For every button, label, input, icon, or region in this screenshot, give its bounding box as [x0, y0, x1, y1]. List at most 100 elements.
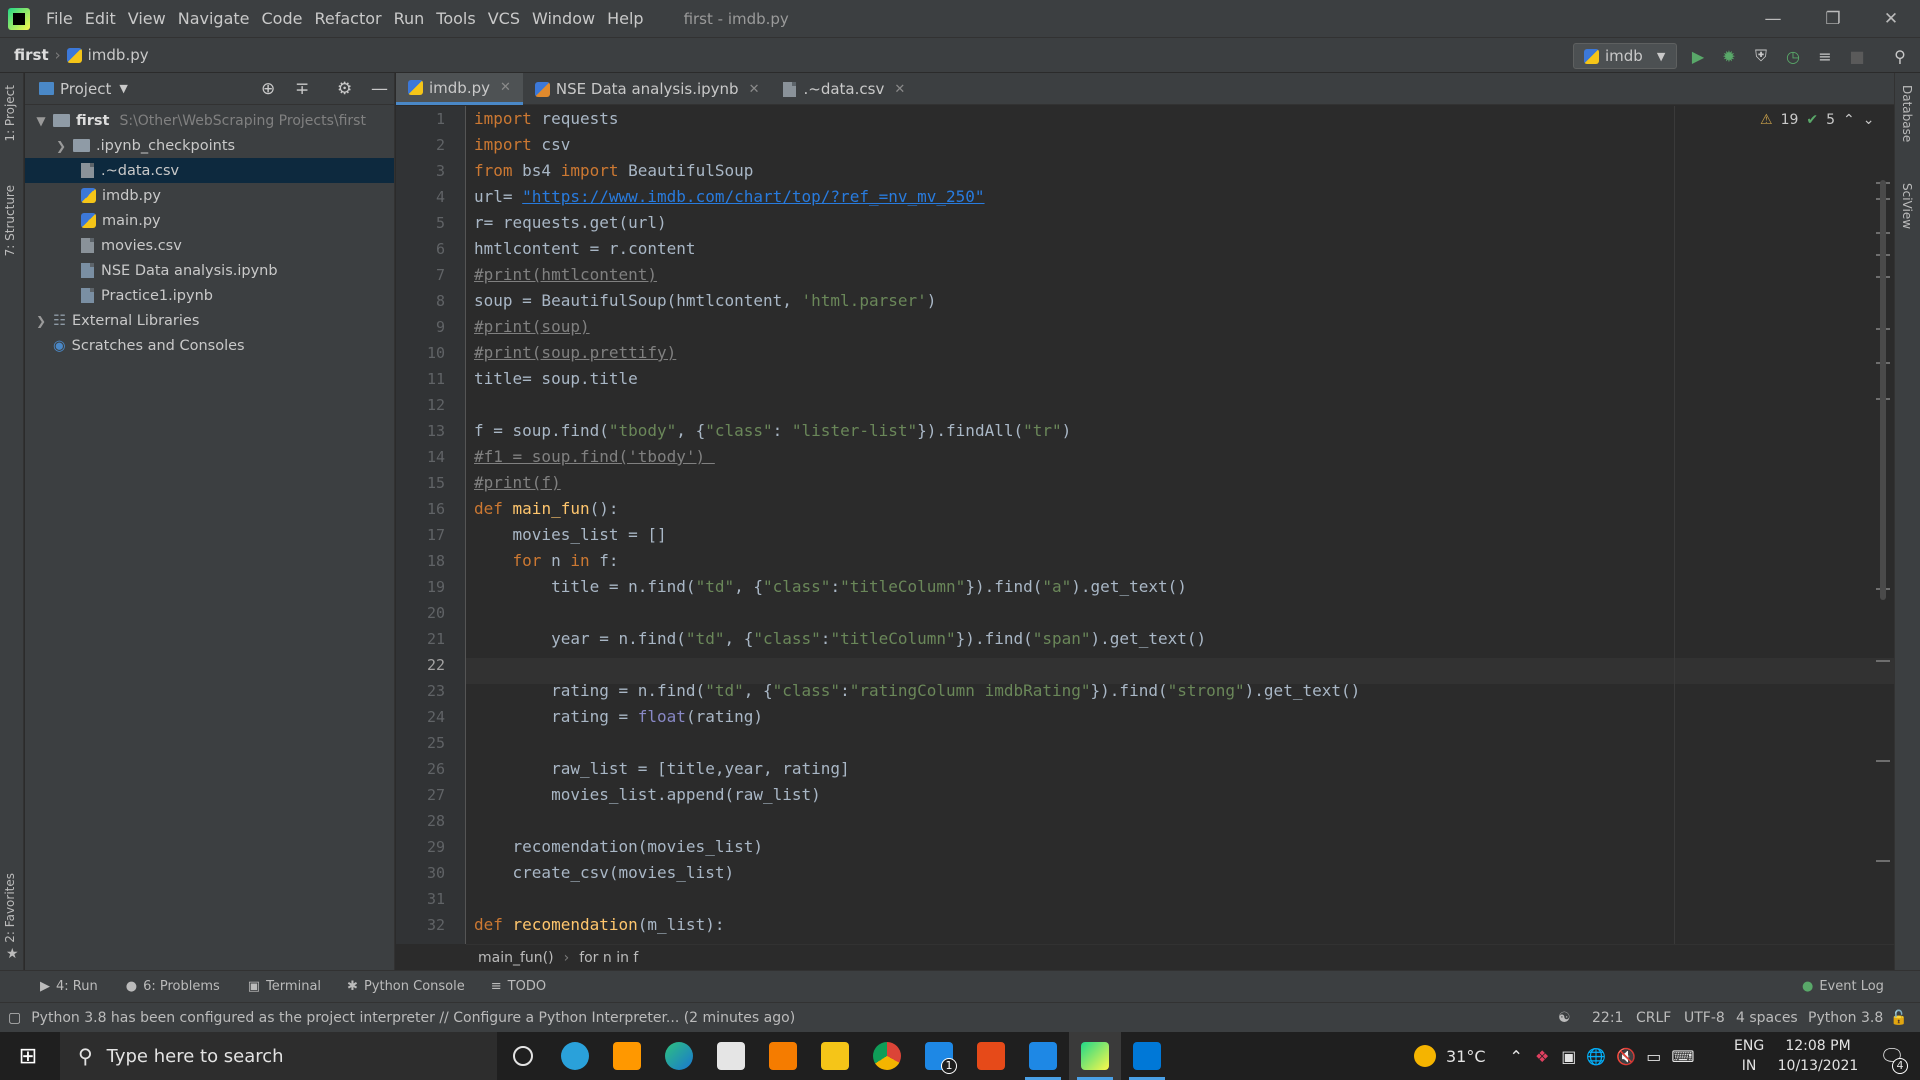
run-icon[interactable]: ▶ — [1688, 46, 1708, 66]
tree-root[interactable]: ▼ first S:\Other\WebScraping Projects\fi… — [25, 108, 394, 133]
chevron-right-icon[interactable]: ❯ — [53, 139, 69, 153]
tree-item-nse-notebook[interactable]: NSE Data analysis.ipynb — [25, 258, 394, 283]
chevron-up-icon[interactable]: ⌃ — [1843, 112, 1855, 128]
line-number[interactable]: 13 — [405, 422, 445, 440]
collapse-all-icon[interactable]: ∓ — [295, 79, 309, 99]
tree-item-practice-notebook[interactable]: Practice1.ipynb — [25, 283, 394, 308]
dropbox-icon[interactable]: ❖ — [1535, 1047, 1549, 1066]
line-number[interactable]: 22 — [405, 656, 445, 674]
favorites-tool-tab[interactable]: 2: Favorites — [3, 873, 17, 943]
hide-panel-icon[interactable]: — — [371, 79, 388, 99]
notification-center[interactable]: 🗨 4 — [1868, 1032, 1916, 1080]
breadcrumb-main-fun[interactable]: main_fun() — [478, 950, 554, 966]
line-number[interactable]: 3 — [405, 162, 445, 180]
telegram-icon[interactable] — [549, 1032, 601, 1080]
editor-scrollbar[interactable] — [1880, 180, 1886, 600]
menu-navigate[interactable]: Navigate — [172, 0, 256, 37]
menu-code[interactable]: Code — [256, 0, 309, 37]
line-number[interactable]: 19 — [405, 578, 445, 596]
vscode-icon[interactable] — [1017, 1032, 1069, 1080]
pdf-reader-icon[interactable] — [757, 1032, 809, 1080]
structure-tool-tab[interactable]: 7: Structure — [3, 185, 17, 256]
project-tool-tab[interactable]: 1: Project — [3, 85, 17, 142]
edge-browser-icon[interactable] — [653, 1032, 705, 1080]
line-number[interactable]: 5 — [405, 214, 445, 232]
line-number[interactable]: 23 — [405, 682, 445, 700]
line-number[interactable]: 4 — [405, 188, 445, 206]
search-icon[interactable]: ⚲ — [1890, 46, 1910, 66]
line-number[interactable]: 7 — [405, 266, 445, 284]
interpreter-setting[interactable]: Python 3.8 — [1808, 1010, 1883, 1026]
line-number[interactable]: 14 — [405, 448, 445, 466]
line-number[interactable]: 16 — [405, 500, 445, 518]
chrome-browser-icon[interactable] — [861, 1032, 913, 1080]
todo-tool-button[interactable]: ≡ TODO — [491, 979, 546, 994]
event-log-button[interactable]: ● Event Log — [1802, 979, 1884, 994]
concurrency-icon[interactable]: ≡ — [1815, 46, 1835, 66]
locate-icon[interactable]: ⊕ — [261, 79, 275, 99]
scroll-marker[interactable] — [1876, 860, 1890, 862]
menu-help[interactable]: Help — [601, 0, 649, 37]
run-tool-button[interactable]: ▶ 4: Run — [40, 979, 98, 994]
line-separator[interactable]: CRLF — [1636, 1010, 1671, 1026]
weather-icon[interactable] — [1414, 1045, 1436, 1067]
profile-icon[interactable]: ◷ — [1783, 46, 1803, 66]
line-number[interactable]: 11 — [405, 370, 445, 388]
code-editor[interactable]: import requests import csv from bs4 impo… — [466, 106, 1894, 944]
menu-refactor[interactable]: Refactor — [308, 0, 387, 37]
line-number[interactable]: 8 — [405, 292, 445, 310]
sciview-tool-tab[interactable]: SciView — [1900, 183, 1914, 229]
menu-view[interactable]: View — [122, 0, 172, 37]
file-encoding[interactable]: UTF-8 — [1684, 1010, 1725, 1026]
tree-item-external-libraries[interactable]: ❯ ☷ External Libraries — [25, 308, 394, 333]
git-user-icon[interactable]: ☯ — [1558, 1010, 1571, 1026]
chevron-down-icon[interactable]: ▼ — [119, 82, 127, 95]
line-number[interactable]: 6 — [405, 240, 445, 258]
line-number[interactable]: 31 — [405, 890, 445, 908]
photos-icon[interactable] — [1121, 1032, 1173, 1080]
scroll-marker[interactable] — [1876, 660, 1890, 662]
chevron-up-icon[interactable]: ⌃ — [1510, 1047, 1523, 1066]
line-number[interactable]: 21 — [405, 630, 445, 648]
windows-start-icon[interactable]: ⊞ — [0, 1032, 56, 1080]
stop-icon[interactable]: ■ — [1847, 46, 1867, 66]
tree-item-main-py[interactable]: main.py — [25, 208, 394, 233]
close-button[interactable]: ✕ — [1862, 0, 1920, 37]
tree-item-ipynb-checkpoints[interactable]: ❯ .ipynb_checkpoints — [25, 133, 394, 158]
line-number[interactable]: 2 — [405, 136, 445, 154]
chevron-right-icon[interactable]: ❯ — [33, 314, 49, 328]
line-number[interactable]: 28 — [405, 812, 445, 830]
chevron-down-icon[interactable]: ⌄ — [1863, 112, 1875, 128]
breadcrumb-for-loop[interactable]: for n in f — [579, 950, 638, 966]
tree-item-scratches[interactable]: ◉ Scratches and Consoles — [25, 333, 394, 358]
minimize-button[interactable]: — — [1744, 0, 1802, 37]
file-explorer-icon[interactable] — [809, 1032, 861, 1080]
microsoft-store-icon[interactable] — [705, 1032, 757, 1080]
problems-tool-button[interactable]: ● 6: Problems — [126, 979, 220, 994]
office-icon[interactable] — [965, 1032, 1017, 1080]
menu-vcs[interactable]: VCS — [482, 0, 526, 37]
line-number[interactable]: 29 — [405, 838, 445, 856]
close-icon[interactable]: ✕ — [894, 82, 905, 97]
line-number[interactable]: 18 — [405, 552, 445, 570]
scroll-marker[interactable] — [1876, 760, 1890, 762]
line-number[interactable]: 26 — [405, 760, 445, 778]
coverage-icon[interactable]: ⛨ — [1751, 46, 1771, 66]
project-view-select[interactable]: Project — [60, 80, 111, 98]
line-number[interactable]: 25 — [405, 734, 445, 752]
database-tool-tab[interactable]: Database — [1900, 85, 1914, 142]
inspection-widget[interactable]: ⚠ 19 ✔ 5 ⌃ ⌄ — [1760, 112, 1875, 128]
keyboard-icon[interactable]: ⌨ — [1671, 1047, 1694, 1066]
terminal-tool-button[interactable]: ▣ Terminal — [248, 979, 321, 994]
network-icon[interactable]: 🌐 — [1586, 1047, 1606, 1066]
line-number[interactable]: 32 — [405, 916, 445, 934]
menu-edit[interactable]: Edit — [79, 0, 122, 37]
line-number[interactable]: 1 — [405, 110, 445, 128]
menu-file[interactable]: File — [40, 0, 79, 37]
lock-icon[interactable]: 🔓 — [1890, 1010, 1907, 1026]
python-console-tool-button[interactable]: ✱ Python Console — [347, 979, 465, 994]
breadcrumb-file[interactable]: imdb.py — [66, 46, 149, 64]
line-number[interactable]: 17 — [405, 526, 445, 544]
debug-icon[interactable]: ✹ — [1719, 46, 1739, 66]
volume-muted-icon[interactable]: 🔇 — [1616, 1047, 1636, 1066]
